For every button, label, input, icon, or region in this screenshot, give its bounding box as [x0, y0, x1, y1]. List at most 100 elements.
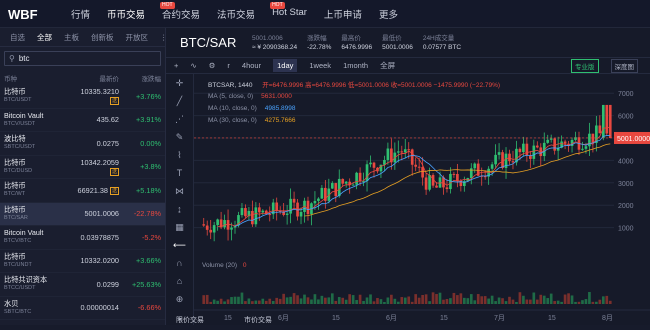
volume-bar — [237, 296, 240, 304]
pair-cell: 比特币 BTC/DUSD — [4, 158, 72, 175]
market-row[interactable]: Bitcoin Vault BTCV/BTC 0.03978875 -5.2% — [0, 226, 165, 250]
price-text: 5001.0006 — [84, 209, 120, 219]
market-row[interactable]: 比特币 BTC/WT 66921.38 送 +5.18% — [0, 179, 165, 203]
stat-value: 5001.0006 — [382, 43, 413, 51]
ticker-stat: 5001.0006 ≈ ¥ 2090368.24 — [252, 34, 297, 52]
candle-body — [299, 211, 303, 217]
volume-bar — [226, 299, 230, 304]
volume-bar — [376, 298, 379, 304]
timeframe-1[interactable]: 4hour — [242, 61, 261, 70]
pair-symbol: BTCV/BTC — [4, 238, 32, 245]
hot-badge: HOT — [160, 1, 175, 9]
volume-bar — [570, 295, 574, 304]
svg-text:WBF: WBF — [8, 7, 38, 21]
search-input[interactable] — [18, 54, 139, 63]
market-row[interactable]: 比特币 BTC/DUSD 10342.2059送 +3.8% — [0, 156, 165, 179]
brand-logo[interactable]: WBF — [8, 0, 54, 28]
nav-item-3[interactable]: 法币交易 — [217, 7, 255, 21]
timeframe-4[interactable]: 1month — [343, 61, 368, 70]
nav-item-4[interactable]: Hot Star HOT — [270, 1, 307, 21]
market-tab-2[interactable]: 主板 — [64, 32, 79, 43]
volume-bar — [327, 297, 331, 304]
lock-icon[interactable]: ⌂ — [166, 272, 193, 290]
market-row[interactable]: 比特币 BTC/USDT 10335.3210送 +3.76% — [0, 85, 165, 109]
magnet-icon[interactable]: ∩ — [166, 254, 193, 272]
pattern-icon[interactable]: ⌇ — [166, 146, 193, 164]
timeframe-0[interactable]: r — [227, 61, 230, 70]
zoom-icon[interactable]: ⊕ — [166, 290, 193, 308]
order-tab-1[interactable]: 市价交易 — [244, 317, 272, 325]
volume-bar — [306, 297, 310, 304]
volume-bar — [487, 298, 490, 304]
pair-price: 0.00000014 — [72, 303, 119, 312]
stat-label: 最高价 — [341, 34, 361, 42]
candlestick-chart[interactable]: 70006000500040003000200010005001.0000156… — [194, 74, 650, 325]
crosshair-icon[interactable]: ✛ — [166, 74, 193, 92]
volume-bar — [435, 294, 438, 304]
market-row[interactable]: 比特共识资本 BTCC/USDT 0.0299 +25.63% — [0, 273, 165, 297]
candle-body — [223, 220, 226, 228]
volume-bar — [257, 300, 261, 304]
market-row[interactable]: 比特币 BTC/SAR 5001.0006 -22.78% — [0, 202, 165, 226]
text-tool-icon[interactable]: T — [166, 164, 193, 182]
xabcd-icon[interactable]: ⋈ — [166, 182, 193, 200]
volume-bar — [584, 299, 588, 304]
market-tab-4[interactable]: 开放区 — [126, 32, 149, 43]
stat-label: 24H成交量 — [422, 34, 455, 42]
col-change[interactable]: 涨跌幅 — [119, 73, 162, 83]
volume-bar — [588, 292, 591, 304]
market-panel: 自选全部主板创新板开放区⋮ ⚲ 币种 最新价 涨跌幅 比特币BTC/USDT10… — [0, 28, 168, 325]
settings-icon[interactable]: ⚙ — [209, 61, 216, 70]
ticker-symbol: BTC/SAR — [180, 35, 237, 50]
nav-item-2[interactable]: 合约交易 HOT — [160, 1, 200, 21]
back-arrow-icon[interactable]: ⟵ — [166, 236, 193, 254]
nav-item-6[interactable]: 更多 — [379, 7, 398, 21]
market-tab-3[interactable]: 创新板 — [91, 32, 114, 43]
nav-label: 法币交易 — [217, 9, 256, 21]
col-pair[interactable]: 币种 — [4, 73, 72, 83]
market-row[interactable]: 波比特 SBTC/USDT 0.0275 0.00% — [0, 132, 165, 156]
nav-item-1[interactable]: 币币交易 — [107, 7, 145, 21]
volume-bar — [476, 294, 480, 304]
price-text: 10332.0200 — [80, 256, 119, 266]
nav-item-0[interactable]: 行情 — [71, 7, 90, 21]
market-row[interactable]: 比特币 BTC/UNDT 10332.0200 +3.66% — [0, 250, 165, 273]
brush-icon[interactable]: ✎ — [166, 128, 193, 146]
volume-bar — [605, 295, 609, 304]
market-row[interactable]: 水贝 SBTC/BTC 0.00000014 -6.66% — [0, 297, 165, 320]
volume-bar — [567, 293, 570, 304]
candle-body — [403, 149, 407, 153]
ma-legend: MA (30, close, 0) 4275.7666 — [208, 117, 296, 124]
pair-cell: 比特币 BTC/WT — [4, 182, 72, 198]
depth-view-button[interactable]: 深度图 — [610, 58, 638, 73]
volume-bar — [546, 298, 550, 304]
search-box[interactable]: ⚲ — [4, 51, 161, 66]
legend-symbol: BTCSAR, 1440 — [208, 82, 253, 89]
timeframe-5[interactable]: 全屏 — [380, 60, 395, 71]
measure-icon[interactable]: ↨ — [166, 200, 193, 218]
volume-bar — [414, 294, 418, 304]
timeframe-2[interactable]: 1day — [273, 59, 298, 72]
market-tab-0[interactable]: 自选 — [10, 32, 25, 43]
market-row[interactable]: Bitcoin Vault BTCV/USDT 435.62 +3.91% — [0, 109, 165, 132]
add-indicator-icon[interactable]: + — [174, 61, 178, 70]
timeframe-3[interactable]: 1week — [309, 61, 331, 70]
ma-label: MA (30, close, 0) — [208, 117, 257, 124]
candle-body — [546, 139, 550, 143]
volume-bar — [324, 297, 327, 304]
pro-view-button[interactable]: 专业版 — [571, 58, 599, 73]
ruler-icon[interactable]: ▦ — [166, 218, 193, 236]
pair-symbol: SBTC/USDT — [4, 144, 36, 151]
fib-tool-icon[interactable]: ⋰ — [166, 110, 193, 128]
order-tab-0[interactable]: 限价交易 — [176, 317, 204, 325]
line-tool-icon[interactable]: ╱ — [166, 92, 193, 110]
pair-cell: 波比特 SBTC/USDT — [4, 135, 72, 151]
pair-symbol: BTC/DUSD — [4, 167, 33, 174]
market-tab-1[interactable]: 全部 — [37, 32, 52, 43]
pair-change: +3.91% — [136, 115, 161, 125]
y-tick-label: 6000 — [618, 114, 634, 121]
compare-icon[interactable]: ∿ — [190, 61, 196, 70]
stat-value: ≈ ¥ 2090368.24 — [252, 43, 298, 51]
nav-item-5[interactable]: 上币申请 — [324, 7, 362, 21]
col-price[interactable]: 最新价 — [72, 73, 120, 83]
